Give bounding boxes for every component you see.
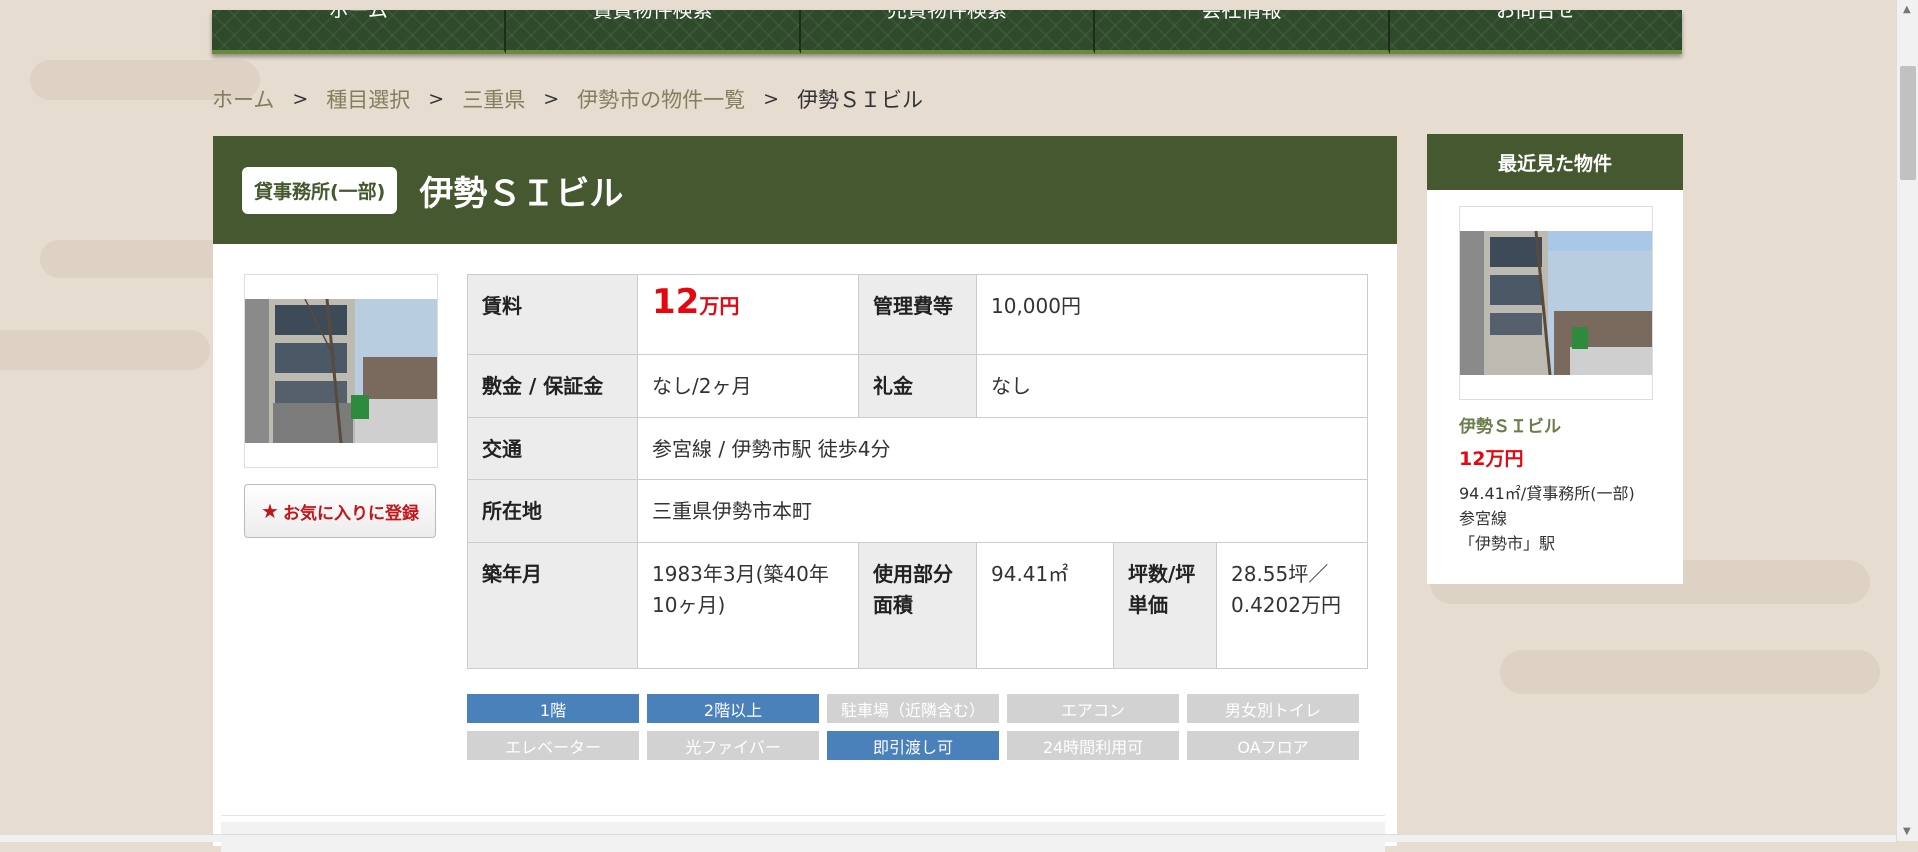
- spec-value-deposit: なし/2ヶ月: [637, 354, 859, 418]
- nav-item-label: 会社情報: [1201, 10, 1282, 22]
- scroll-up-icon[interactable]: ▲: [1903, 4, 1911, 15]
- property-spec-table: 賃料 12万円 管理費等 10,000円 敷金 / 保証金 なし/2ヶ月 礼金 …: [467, 274, 1368, 669]
- feature-tag: 24時間利用可: [1007, 731, 1179, 760]
- property-title: 伊勢ＳＩビル: [419, 173, 624, 214]
- spec-value-tsubo: 28.55坪／0.4202万円: [1216, 542, 1368, 669]
- building-photo-icon: [245, 299, 437, 443]
- breadcrumb-separator: >: [428, 88, 445, 110]
- breadcrumb-link-prefecture[interactable]: 三重県: [462, 84, 525, 114]
- spec-label-built: 築年月: [467, 542, 638, 669]
- recent-property-price: 12万円: [1459, 448, 1524, 470]
- nav-item-company[interactable]: 会社情報: [1095, 10, 1390, 54]
- top-navigation: ホーム 賃貸物件検索 売買物件検索 会社情報 お問合せ: [212, 10, 1683, 54]
- recent-info-line: 「伊勢市」駅: [1459, 534, 1556, 553]
- nav-item-label: 売買物件検索: [887, 10, 1008, 22]
- spec-label-management-fee: 管理費等: [858, 274, 977, 355]
- nav-item-home[interactable]: ホーム: [212, 10, 507, 54]
- vertical-scrollbar[interactable]: ▲ ▼: [1896, 0, 1918, 841]
- background-decoration: [40, 240, 240, 278]
- breadcrumb-separator: >: [543, 88, 560, 110]
- nav-item-contact[interactable]: お問合せ: [1389, 10, 1683, 54]
- spec-label-tsubo: 坪数/坪単価: [1113, 542, 1217, 669]
- feature-tag: 男女別トイレ: [1187, 694, 1359, 723]
- feature-tag: OAフロア: [1187, 731, 1359, 760]
- divider: [221, 815, 1385, 816]
- scrollbar-thumb[interactable]: [1900, 66, 1916, 180]
- spec-label-access: 交通: [467, 417, 638, 480]
- rent-unit: 万円: [699, 294, 740, 318]
- spec-label-area: 使用部分面積: [858, 542, 977, 669]
- recent-info-line: 参宮線: [1459, 509, 1508, 528]
- spec-value-built: 1983年3月(築40年10ヶ月): [637, 542, 859, 669]
- recent-property-info: 94.41㎡/貸事務所(一部) 参宮線 「伊勢市」駅: [1459, 481, 1635, 556]
- scroll-down-icon[interactable]: ▼: [1903, 826, 1911, 837]
- feature-tags: 1階 2階以上 駐車場（近隣含む） エアコン 男女別トイレ エレベーター 光ファ…: [467, 694, 1367, 760]
- feature-tag: 駐車場（近隣含む）: [827, 694, 999, 723]
- spec-label-key-money: 礼金: [858, 354, 977, 418]
- spec-value-rent: 12万円: [637, 274, 859, 355]
- spec-value-access: 参宮線 / 伊勢市駅 徒歩4分: [637, 417, 1368, 480]
- spec-value-area: 94.41㎡: [976, 542, 1114, 669]
- building-photo-icon: [1460, 231, 1652, 375]
- nav-item-sale-search[interactable]: 売買物件検索: [800, 10, 1096, 54]
- nav-item-rent-search[interactable]: 賃貸物件検索: [506, 10, 801, 54]
- breadcrumb-link-home[interactable]: ホーム: [212, 84, 274, 114]
- spec-value-management-fee: 10,000円: [976, 274, 1368, 355]
- recently-viewed-panel: 最近見た物件 伊勢ＳＩビル 12万円 94.41㎡/貸事務所(一部) 参宮線 「…: [1427, 134, 1683, 584]
- feature-tag: 1階: [467, 694, 639, 723]
- recent-property-photo[interactable]: [1459, 206, 1653, 400]
- rent-amount: 12: [652, 282, 700, 322]
- star-icon: ★: [261, 499, 279, 523]
- recent-property-name[interactable]: 伊勢ＳＩビル: [1459, 412, 1561, 437]
- feature-tag: 2階以上: [647, 694, 819, 723]
- breadcrumb-link-category[interactable]: 種目選択: [326, 84, 410, 114]
- background-decoration: [0, 330, 210, 370]
- spec-label-deposit: 敷金 / 保証金: [467, 354, 638, 418]
- breadcrumb-current: 伊勢ＳＩビル: [797, 88, 924, 112]
- favorite-button-label: お気に入りに登録: [282, 503, 419, 524]
- background-decoration: [1500, 650, 1880, 694]
- nav-item-label: お問合せ: [1495, 10, 1576, 22]
- feature-tag: エレベーター: [467, 731, 639, 760]
- breadcrumb-separator: >: [763, 88, 780, 110]
- breadcrumb-separator: >: [292, 88, 309, 110]
- breadcrumb: ホーム > 種目選択 > 三重県 > 伊勢市の物件一覧 > 伊勢ＳＩビル: [212, 84, 923, 114]
- spec-value-address: 三重県伊勢市本町: [637, 479, 1368, 543]
- spec-value-key-money: なし: [976, 354, 1368, 418]
- breadcrumb-link-city-list[interactable]: 伊勢市の物件一覧: [577, 84, 745, 114]
- add-to-favorites-button[interactable]: ★ お気に入りに登録: [244, 484, 436, 538]
- property-detail-card: 貸事務所(一部) 伊勢ＳＩビル ★ お気に入りに登録 賃料 12万円 管理費等 …: [213, 136, 1397, 852]
- feature-tag: 光ファイバー: [647, 731, 819, 760]
- property-type-badge: 貸事務所(一部): [242, 166, 398, 214]
- spec-label-address: 所在地: [467, 479, 638, 543]
- recent-info-line: 94.41㎡/貸事務所(一部): [1459, 484, 1635, 503]
- nav-item-label: 賃貸物件検索: [592, 10, 713, 22]
- feature-tag: 即引渡し可: [827, 731, 999, 760]
- property-header: 貸事務所(一部) 伊勢ＳＩビル: [213, 136, 1397, 244]
- spec-label-rent: 賃料: [467, 274, 638, 355]
- nav-item-label: ホーム: [328, 10, 388, 22]
- property-photo[interactable]: [244, 274, 438, 468]
- recently-viewed-heading: 最近見た物件: [1427, 134, 1683, 190]
- feature-tag: エアコン: [1007, 694, 1179, 723]
